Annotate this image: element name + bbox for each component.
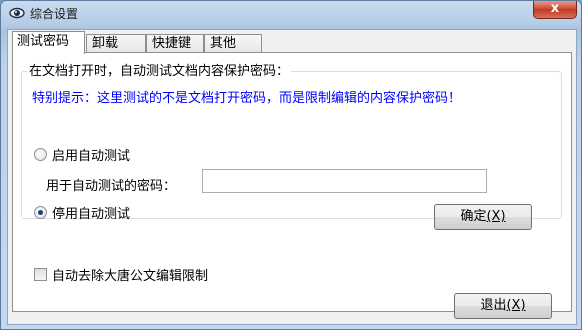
radio-checked-icon (34, 206, 47, 219)
ok-button-label: 确定 (460, 209, 487, 224)
disable-auto-test-radio[interactable]: 停用自动测试 (34, 203, 130, 222)
close-button[interactable]: x (533, 1, 577, 19)
enable-auto-test-radio[interactable]: 启用自动测试 (34, 145, 130, 164)
exit-button-label: 退出 (480, 298, 507, 313)
radio-unchecked-icon (34, 148, 47, 161)
enable-auto-test-label: 启用自动测试 (52, 149, 131, 164)
disable-auto-test-label: 停用自动测试 (52, 207, 131, 222)
password-label: 用于自动测试的密码： (46, 179, 177, 194)
tab-uninstall[interactable]: 卸载 (86, 34, 146, 54)
password-input[interactable] (202, 169, 487, 193)
title-bar[interactable]: 综合设置 x (1, 1, 581, 25)
ok-button[interactable]: 确定(X) (434, 204, 532, 230)
groupbox-label: 在文档打开时，自动测试文档内容保护密码： (27, 60, 292, 79)
tab-panel: 在文档打开时，自动测试文档内容保护密码： 特别提示：这里测试的不是文档打开密码，… (12, 52, 572, 312)
eye-icon (9, 7, 25, 19)
ok-button-hotkey: (X) (486, 209, 506, 224)
remove-limit-checkbox[interactable]: 自动去除大唐公文编辑限制 (34, 265, 208, 284)
tab-other[interactable]: 其他 (204, 34, 262, 54)
tab-test-password[interactable]: 测试密码 (12, 31, 85, 54)
tab-hotkeys[interactable]: 快捷键 (146, 34, 204, 54)
client-area: 测试密码 卸载 快捷键 其他 在文档打开时，自动测试文档内容保护密码： 特别提示… (7, 29, 577, 325)
remove-limit-label: 自动去除大唐公文编辑限制 (52, 269, 209, 284)
window-title: 综合设置 (30, 7, 79, 21)
settings-window: 综合设置 x 测试密码 卸载 快捷键 其他 在文档打开时，自动测试文档内容保护密… (0, 0, 582, 330)
exit-button[interactable]: 退出(X) (454, 293, 552, 319)
checkbox-box (34, 268, 47, 281)
hint-text: 特别提示：这里测试的不是文档打开密码，而是限制编辑的内容保护密码！ (32, 91, 462, 106)
exit-button-hotkey: (X) (506, 298, 526, 313)
